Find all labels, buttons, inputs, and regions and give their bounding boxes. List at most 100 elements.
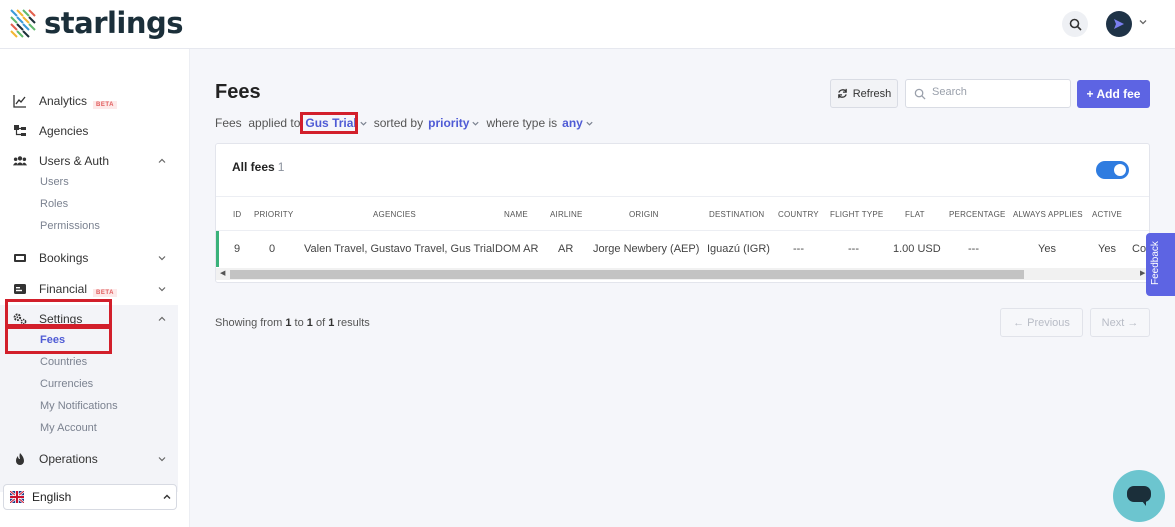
chevron-down-icon[interactable]	[359, 119, 368, 128]
column-header-percentage[interactable]: PERCENTAGE	[949, 210, 1006, 219]
sorted-by-dropdown[interactable]: priority	[428, 116, 469, 130]
cell-percentage: ---	[968, 243, 979, 255]
column-header-name[interactable]: NAME	[504, 210, 528, 219]
column-header-always-applies[interactable]: ALWAYS APPLIES	[1013, 210, 1083, 219]
column-header-flat[interactable]: FLAT	[905, 210, 925, 219]
toggle-knob	[1114, 164, 1126, 176]
language-selector[interactable]: English	[3, 484, 177, 510]
chat-widget-button[interactable]	[1113, 470, 1165, 522]
page-title: Fees	[215, 81, 261, 103]
sidebar-subitem-my-notifications[interactable]: My Notifications	[40, 400, 118, 412]
sorted-by-label: sorted by	[373, 116, 424, 130]
where-type-label: where type is	[486, 116, 558, 130]
sitemap-icon	[13, 124, 27, 138]
column-header-active[interactable]: ACTIVE	[1092, 210, 1122, 219]
divider	[216, 196, 1149, 197]
language-label: English	[32, 490, 72, 504]
cell-origin: Jorge Newbery (AEP)	[593, 243, 700, 255]
applied-to-dropdown[interactable]: Gus Trial	[300, 112, 359, 134]
sidebar-subitem-currencies[interactable]: Currencies	[40, 378, 93, 390]
add-fee-button[interactable]: + Add fee	[1077, 80, 1150, 108]
chevron-up-icon	[158, 316, 166, 321]
sidebar-item-bookings[interactable]: Bookings	[0, 246, 178, 270]
column-header-country[interactable]: COUNTRY	[778, 210, 819, 219]
cell-flat: 1.00 USD	[893, 243, 941, 255]
refresh-icon	[837, 88, 847, 99]
column-header-origin[interactable]: ORIGIN	[629, 210, 659, 219]
results-summary: Showing from 1 to 1 of 1 results	[215, 317, 370, 329]
chevron-up-icon	[163, 494, 171, 499]
cell-always-applies: Yes	[1038, 243, 1056, 255]
user-avatar[interactable]	[1106, 11, 1132, 37]
scrollbar-thumb[interactable]	[230, 270, 1024, 279]
cell-active: Yes	[1098, 243, 1116, 255]
cell-flight-type: ---	[848, 243, 859, 255]
scroll-left-icon[interactable]: ◀	[220, 269, 225, 277]
refresh-button[interactable]: Refresh	[830, 79, 898, 108]
fees-count: 1	[277, 160, 285, 174]
sidebar-subitem-permissions[interactable]: Permissions	[40, 220, 100, 232]
sidebar-item-users-auth[interactable]: Users & Auth	[0, 149, 178, 173]
type-dropdown[interactable]: any	[562, 116, 583, 130]
sidebar: Analytics BETA Agencies Users & Auth User…	[0, 49, 190, 527]
chevron-down-icon	[158, 256, 166, 261]
all-fees-toggle[interactable]	[1096, 161, 1129, 179]
chevron-down-icon[interactable]	[1138, 17, 1148, 27]
highlight-box-settings	[5, 299, 112, 327]
sidebar-subitem-my-account[interactable]: My Account	[40, 422, 97, 434]
sidebar-item-financial[interactable]: Financial BETA	[0, 277, 178, 301]
search-box[interactable]	[905, 79, 1071, 108]
column-header-destination[interactable]: DESTINATION	[709, 210, 764, 219]
chevron-down-icon[interactable]	[471, 119, 480, 128]
sidebar-item-label: Agencies	[39, 124, 89, 138]
id-card-icon	[13, 282, 27, 296]
ticket-icon	[13, 251, 27, 265]
chevron-down-icon[interactable]	[585, 119, 594, 128]
search-icon	[1069, 18, 1082, 31]
next-page-button[interactable]: Next →	[1090, 308, 1150, 337]
cell-overflow: Co	[1132, 243, 1147, 255]
starlings-logo-icon	[10, 9, 36, 38]
sidebar-item-label: Operations	[39, 452, 98, 466]
logo[interactable]: starlings	[8, 6, 184, 40]
global-search-button[interactable]	[1062, 11, 1088, 37]
feedback-label: Feedback	[1150, 241, 1161, 285]
filter-sentence: Fees applied to Gus Trial sorted by prio…	[215, 112, 600, 134]
beta-badge: BETA	[93, 101, 117, 109]
table-title: All fees	[232, 160, 275, 174]
send-arrow-icon	[1114, 19, 1124, 29]
sidebar-subitem-roles[interactable]: Roles	[40, 198, 68, 210]
sidebar-subitem-users[interactable]: Users	[40, 176, 69, 188]
cell-agencies: Valen Travel, Gustavo Travel, Gus Trial	[304, 243, 495, 255]
top-bar: starlings	[0, 0, 1175, 49]
refresh-label: Refresh	[852, 87, 892, 100]
cell-priority: 0	[269, 243, 276, 255]
previous-page-button[interactable]: ← Previous	[1000, 308, 1083, 337]
cell-airline: AR	[558, 243, 574, 255]
sidebar-subitem-countries[interactable]: Countries	[40, 356, 87, 368]
column-header-priority[interactable]: PRIORITY	[254, 210, 293, 219]
sidebar-item-operations[interactable]: Operations	[0, 447, 178, 471]
chevron-down-icon	[158, 287, 166, 292]
cell-country: ---	[793, 243, 804, 255]
cell-id: 9	[234, 243, 241, 255]
chevron-down-icon	[158, 457, 166, 462]
column-header-flight-type[interactable]: FLIGHT TYPE	[830, 210, 883, 219]
fees-table-card: All fees 1 ID PRIORITY AGENCIES NAME AIRL…	[215, 143, 1150, 283]
column-header-airline[interactable]: AIRLINE	[550, 210, 583, 219]
column-header-id[interactable]: ID	[233, 210, 241, 219]
sidebar-item-label: Financial	[39, 282, 88, 296]
feedback-tab[interactable]: Feedback	[1146, 233, 1175, 296]
beta-badge: BETA	[93, 289, 117, 297]
users-icon	[13, 154, 27, 168]
scroll-right-icon[interactable]: ▶	[1140, 269, 1145, 277]
sidebar-item-agencies[interactable]: Agencies	[0, 119, 178, 143]
row-status-accent	[216, 231, 219, 267]
column-header-agencies[interactable]: AGENCIES	[373, 210, 416, 219]
search-input[interactable]	[932, 86, 1062, 98]
cell-destination: Iguazú (IGR)	[707, 243, 770, 255]
highlight-box-fees	[5, 326, 112, 354]
sidebar-item-analytics[interactable]: Analytics BETA	[0, 89, 178, 113]
sidebar-item-label: Users & Auth	[39, 154, 110, 168]
uk-flag-icon	[10, 491, 24, 503]
